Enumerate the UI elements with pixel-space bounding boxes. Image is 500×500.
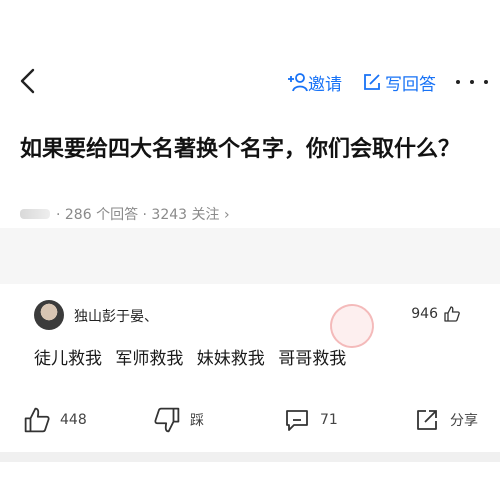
- answer-text[interactable]: 徒儿救我 军师救我 妹妹救我 哥哥救我: [34, 344, 346, 369]
- add-user-icon: [288, 73, 308, 92]
- dislike-button[interactable]: 踩: [154, 402, 204, 438]
- more-button[interactable]: [456, 70, 488, 94]
- like-button[interactable]: 448: [24, 402, 87, 438]
- comment-icon: [286, 410, 308, 431]
- answer-card[interactable]: 独山彭于晏、 946 徒儿救我 军师救我 妹妹救我 哥哥救我: [20, 286, 480, 386]
- blurred-topic: [20, 209, 50, 219]
- dislike-label: 踩: [190, 413, 204, 429]
- question-title[interactable]: 如果要给四大名著换个名字，你们会取什么？: [20, 134, 470, 166]
- share-button[interactable]: 分享: [414, 402, 478, 438]
- author-name[interactable]: 独山彭于晏、: [74, 306, 158, 326]
- edit-icon: [364, 74, 380, 90]
- answer-like-count[interactable]: 946: [411, 306, 460, 322]
- comment-count: 71: [320, 412, 338, 428]
- footer-divider: [0, 452, 500, 462]
- question-stats: · 286 个回答 · 3243 关注 ›: [56, 207, 230, 223]
- question-meta[interactable]: · 286 个回答 · 3243 关注 ›: [20, 204, 230, 224]
- avatar[interactable]: [34, 300, 64, 330]
- more-dot-icon: [470, 80, 474, 84]
- section-divider: [0, 228, 500, 284]
- share-icon: [417, 410, 437, 430]
- share-label: 分享: [450, 413, 478, 429]
- top-bar: 邀请 写回答: [0, 0, 500, 110]
- thumbs-up-icon: [24, 407, 50, 433]
- like-count: 448: [60, 412, 87, 428]
- action-bar: 448 踩 71 分享: [0, 396, 500, 446]
- comment-button[interactable]: 71: [284, 402, 338, 438]
- chevron-left-icon: [20, 68, 35, 94]
- back-button[interactable]: [16, 66, 40, 96]
- thumbs-up-icon: [444, 306, 460, 322]
- invite-label: 邀请: [308, 74, 342, 95]
- answer-likes-value: 946: [411, 306, 438, 322]
- invite-button[interactable]: 邀请: [286, 70, 342, 95]
- more-dot-icon: [484, 80, 488, 84]
- write-answer-label: 写回答: [385, 74, 436, 95]
- more-dot-icon: [456, 80, 460, 84]
- write-answer-button[interactable]: 写回答: [362, 70, 436, 95]
- thumbs-down-icon: [154, 407, 180, 433]
